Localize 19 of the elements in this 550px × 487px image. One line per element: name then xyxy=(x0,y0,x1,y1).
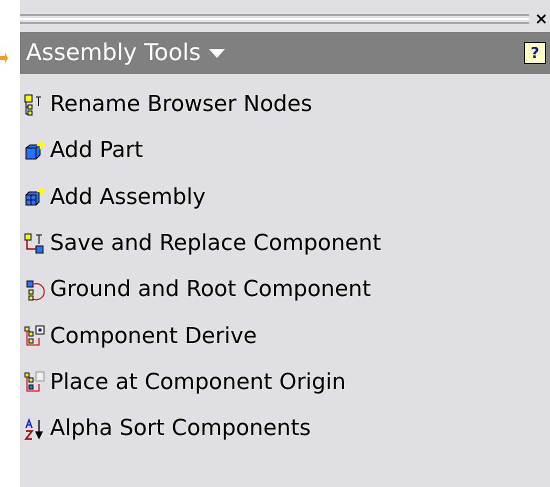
tree-icon xyxy=(24,278,46,302)
caret-icon xyxy=(208,48,225,58)
tree-icon xyxy=(24,325,46,348)
tool-link[interactable]: Ground and Root Component xyxy=(50,279,371,302)
tool-link[interactable]: Component Derive xyxy=(50,326,257,348)
tree-icon xyxy=(24,232,46,256)
tool-link[interactable]: Alpha Sort Components xyxy=(50,418,311,440)
close-button[interactable]: × xyxy=(534,11,550,27)
tree-icon xyxy=(24,371,46,394)
tool-link[interactable]: Add Assembly xyxy=(50,186,206,209)
tool-link[interactable]: Save and Replace Component xyxy=(50,233,382,256)
help-button[interactable]: ? xyxy=(524,42,546,64)
pointer-icon xyxy=(0,53,8,63)
grip-handle[interactable] xyxy=(20,14,529,24)
tool-link[interactable]: Add Part xyxy=(50,140,144,162)
sort-icon xyxy=(24,418,46,441)
tool-link[interactable]: Rename Browser Nodes xyxy=(50,94,312,116)
panel-title-dropdown[interactable]: Assembly Tools xyxy=(26,42,225,64)
tool-link[interactable]: Place at Component Origin xyxy=(50,372,346,394)
